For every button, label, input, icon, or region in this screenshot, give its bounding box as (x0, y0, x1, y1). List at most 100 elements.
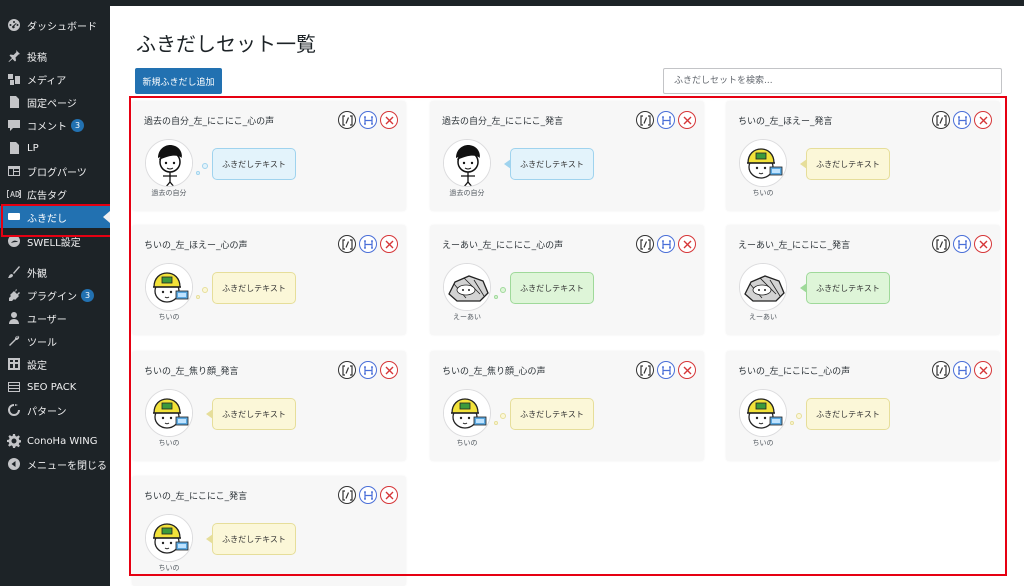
thought-dot (196, 171, 200, 175)
speech-bubble-preview: ふきだしテキスト (806, 148, 890, 180)
copy-button[interactable] (953, 111, 971, 129)
delete-button[interactable] (380, 486, 398, 504)
pattern-icon (7, 403, 21, 417)
sidebar-item-label: プラグイン (27, 291, 77, 303)
edit-button[interactable] (932, 111, 950, 129)
sidebar-item-8[interactable]: ふきだし (0, 206, 110, 228)
delete-button[interactable] (380, 361, 398, 379)
close-icon (682, 115, 693, 126)
edit-button[interactable] (338, 361, 356, 379)
edit-icon (935, 238, 947, 250)
sidebar-item-17[interactable]: ConoHa WING (0, 430, 110, 452)
copy-button[interactable] (359, 235, 377, 253)
fukidashi-card: ちいの_左_焦り顔_発言 ちいの ふきだしテキスト (132, 351, 406, 461)
delete-button[interactable] (974, 235, 992, 253)
copy-button[interactable] (657, 111, 675, 129)
avatar (145, 514, 193, 562)
avatar (443, 139, 491, 187)
edit-button[interactable] (338, 235, 356, 253)
close-icon (384, 365, 395, 376)
sidebar-item-label: ツール (27, 337, 57, 349)
copy-icon (957, 239, 968, 250)
thought-dot (500, 413, 506, 419)
sidebar-item-12[interactable]: ユーザー (0, 307, 110, 329)
edit-button[interactable] (932, 361, 950, 379)
card-title: えーあい_左_にこにこ_心の声 (442, 241, 564, 251)
speech-bubble-preview: ふきだしテキスト (806, 272, 890, 304)
edit-icon (639, 364, 651, 376)
card-title: えーあい_左_にこにこ_発言 (738, 241, 851, 251)
delete-button[interactable] (974, 361, 992, 379)
copy-button[interactable] (359, 486, 377, 504)
thought-dot (500, 287, 506, 293)
edit-button[interactable] (338, 111, 356, 129)
copy-button[interactable] (953, 361, 971, 379)
gear-icon (7, 434, 21, 448)
edit-button[interactable] (932, 235, 950, 253)
copy-icon (363, 239, 374, 250)
delete-button[interactable] (974, 111, 992, 129)
wrench-icon (7, 334, 21, 348)
avatar (739, 263, 787, 311)
sidebar-item-14[interactable]: 設定 (0, 353, 110, 375)
copy-button[interactable] (359, 361, 377, 379)
sidebar-item-0[interactable]: ダッシュボード (0, 14, 110, 36)
card-actions (932, 235, 992, 253)
avatar-name: ちいの (158, 564, 180, 572)
sidebar-item-6[interactable]: ブログパーツ (0, 160, 110, 182)
edit-button[interactable] (636, 361, 654, 379)
sidebar-item-3[interactable]: 固定ページ (0, 91, 110, 113)
delete-button[interactable] (380, 111, 398, 129)
delete-button[interactable] (678, 111, 696, 129)
sidebar-item-13[interactable]: ツール (0, 330, 110, 352)
sidebar-item-15[interactable]: SEO PACK (0, 376, 110, 398)
fukidashi-card: えーあい_左_にこにこ_心の声 えーあい ふきだしテキスト (430, 225, 704, 335)
layout-icon (7, 164, 21, 178)
sidebar-item-2[interactable]: メディア (0, 68, 110, 90)
main-content: ふきだしセット一覧 新規ふきだし追加 過去の自分_左_にこにこ_心の声過去の自分… (110, 6, 1024, 586)
avatar (739, 139, 787, 187)
delete-button[interactable] (678, 235, 696, 253)
copy-button[interactable] (657, 235, 675, 253)
card-title: ちいの_左_焦り顔_発言 (144, 367, 239, 377)
card-actions (338, 486, 398, 504)
avatar-name: 過去の自分 (449, 189, 485, 197)
edit-icon (341, 489, 353, 501)
thought-dot (494, 421, 498, 425)
card-actions (932, 361, 992, 379)
sidebar-item-18[interactable]: メニューを閉じる (0, 453, 110, 475)
fukidashi-card: 過去の自分_左_にこにこ_発言 過去の自分 ふきだしテキスト (430, 101, 704, 211)
close-icon (384, 115, 395, 126)
edit-icon (341, 238, 353, 250)
add-new-fukidashi-button[interactable]: 新規ふきだし追加 (135, 68, 222, 94)
copy-button[interactable] (657, 361, 675, 379)
sidebar-item-10[interactable]: 外観 (0, 261, 110, 283)
sidebar-item-7[interactable]: 広告タグ (0, 183, 110, 205)
sidebar-item-1[interactable]: 投稿 (0, 45, 110, 67)
delete-button[interactable] (678, 361, 696, 379)
speech-bubble-preview: ふきだしテキスト (212, 398, 296, 430)
thought-dot (494, 295, 498, 299)
delete-button[interactable] (380, 235, 398, 253)
copy-button[interactable] (953, 235, 971, 253)
page-icon (7, 95, 21, 109)
collapse-icon (7, 457, 21, 471)
sidebar-item-4[interactable]: コメント 3 (0, 114, 110, 136)
document-icon (7, 141, 21, 155)
search-input[interactable] (663, 68, 1002, 94)
speech-bubble-icon (7, 210, 21, 224)
card-title: ちいの_左_焦り顔_心の声 (442, 367, 546, 377)
edit-button[interactable] (636, 235, 654, 253)
copy-icon (957, 365, 968, 376)
sidebar-item-16[interactable]: パターン (0, 399, 110, 421)
count-badge: 3 (81, 288, 94, 302)
sidebar-item-9[interactable]: SWELL設定 (0, 230, 110, 252)
sidebar-item-11[interactable]: プラグイン 3 (0, 284, 110, 306)
edit-button[interactable] (636, 111, 654, 129)
edit-button[interactable] (338, 486, 356, 504)
card-actions (636, 111, 696, 129)
fukidashi-card: ちいの_左_焦り顔_心の声 ちいの ふきだしテキスト (430, 351, 704, 461)
copy-button[interactable] (359, 111, 377, 129)
avatar-name: ちいの (752, 439, 774, 447)
sidebar-item-5[interactable]: LP (0, 137, 110, 159)
